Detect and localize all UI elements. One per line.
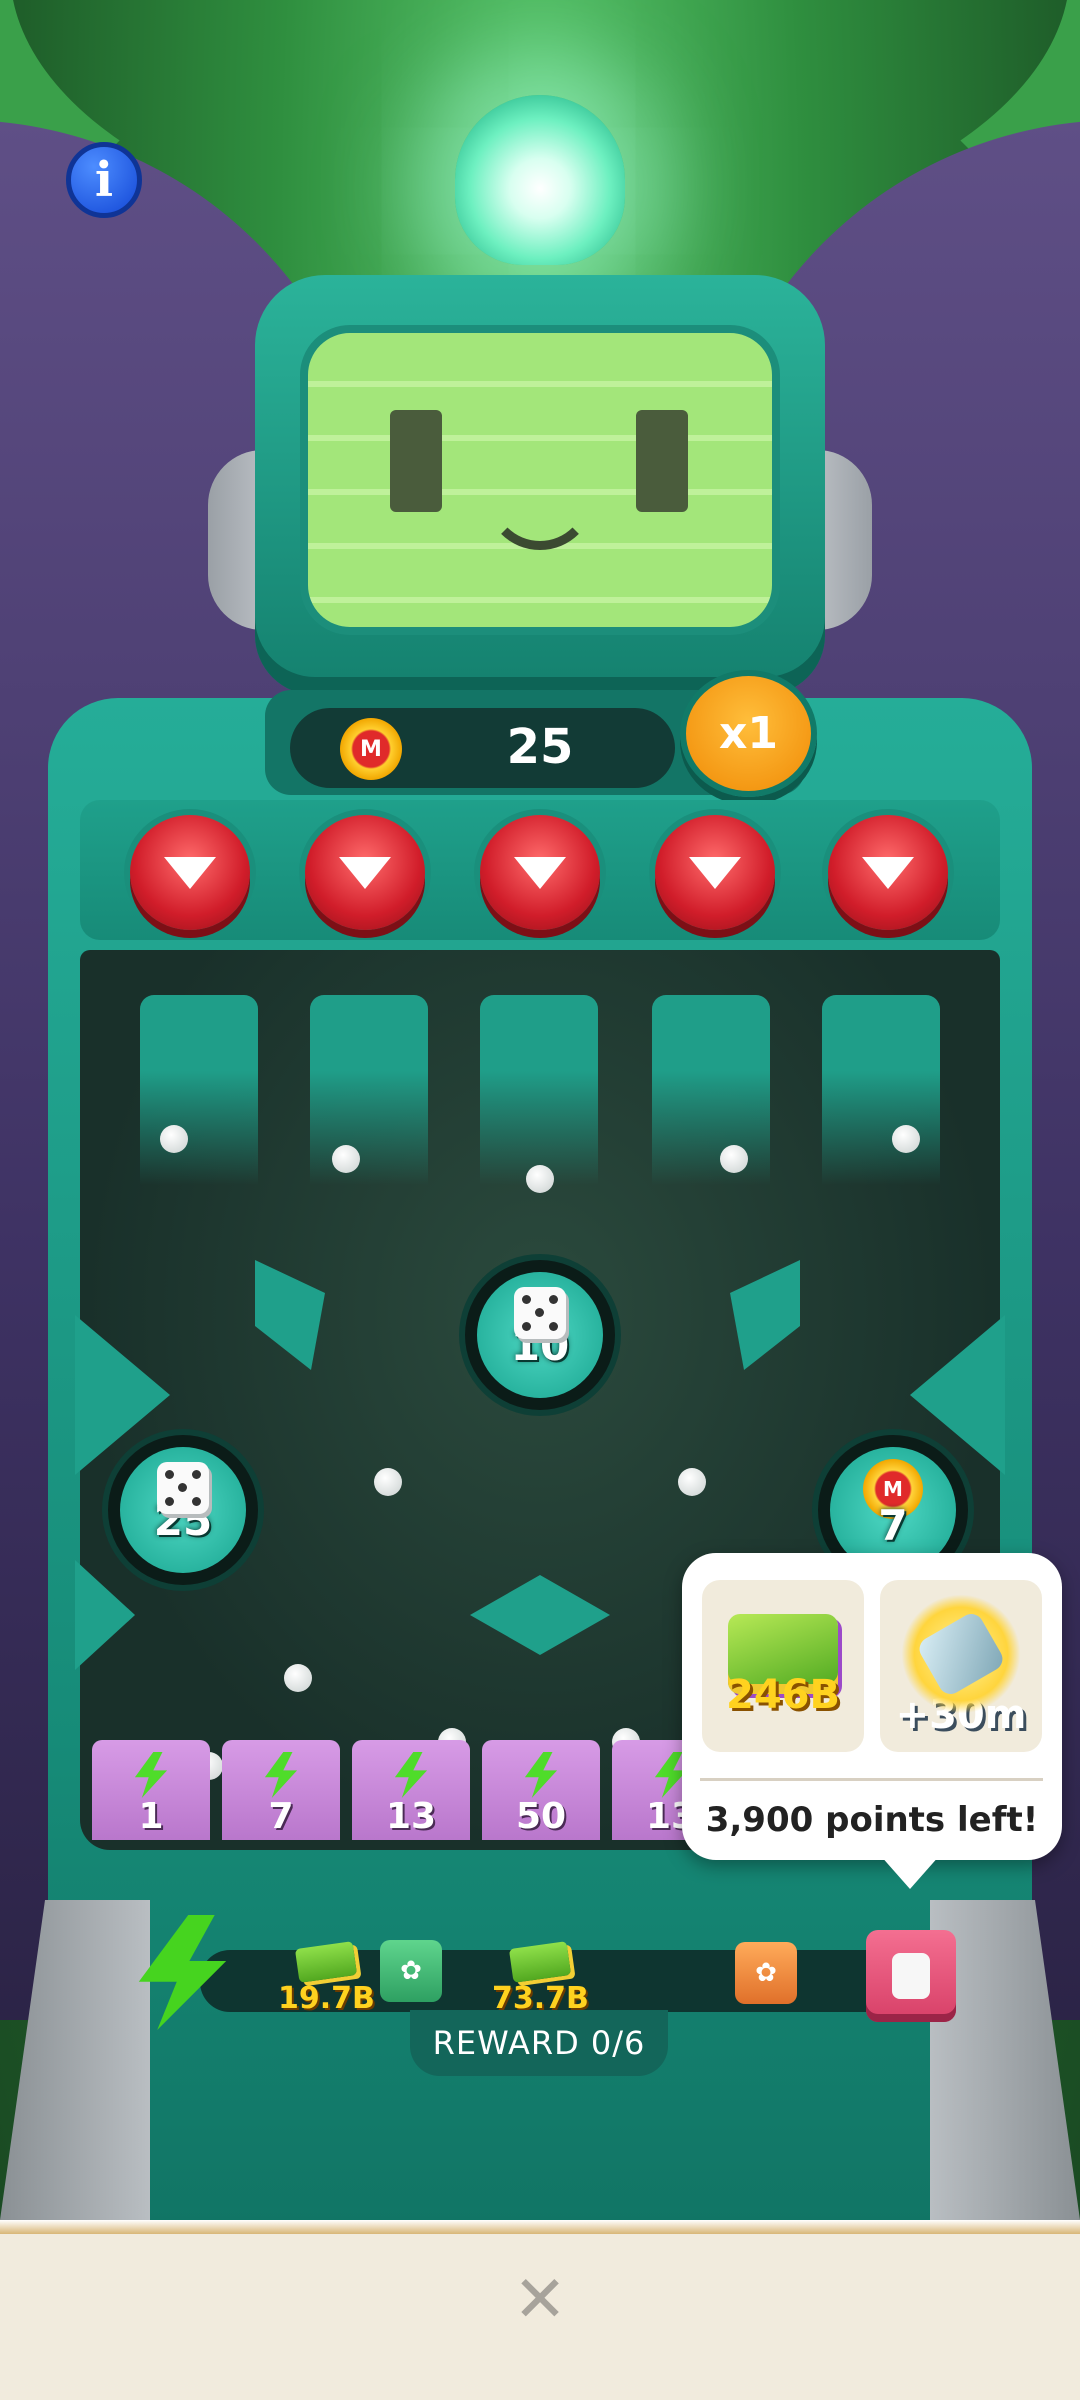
drop-button-1[interactable] — [130, 815, 250, 930]
ball-chute — [822, 995, 940, 1185]
safe-icon — [866, 1930, 956, 2022]
cash-icon — [295, 1941, 358, 1983]
ball-chute — [310, 995, 428, 1185]
slot-value: 50 — [515, 1796, 567, 1837]
progress-reward-cash: 19.7B — [278, 1941, 375, 2016]
tooltip-divider — [700, 1778, 1043, 1781]
progress-reward-sticker-pack: ✿ — [380, 1940, 442, 2002]
prize-slot: 1 — [92, 1740, 210, 1840]
tooltip-reward-cash: 246B — [702, 1580, 864, 1752]
ball-chute — [652, 995, 770, 1185]
drop-button-3[interactable] — [480, 815, 600, 930]
peg — [332, 1145, 360, 1173]
bottom-bar-border — [0, 2220, 1080, 2234]
drop-button-2[interactable] — [305, 815, 425, 930]
info-icon[interactable]: i — [66, 142, 142, 218]
robot-eye-right — [636, 410, 688, 512]
ball-chute — [140, 995, 258, 1185]
slot-value: 7 — [268, 1796, 294, 1837]
reward-progress-label: REWARD 0/6 — [432, 2024, 646, 2062]
peg — [160, 1125, 188, 1153]
lightning-icon — [134, 1752, 168, 1798]
drop-button-5[interactable] — [828, 815, 948, 930]
tooltip-reward-hammer: +30m — [880, 1580, 1042, 1752]
peg — [892, 1125, 920, 1153]
multiplier-button[interactable]: x1 — [680, 670, 817, 797]
prize-slot: 7 — [222, 1740, 340, 1840]
peg — [526, 1165, 554, 1193]
progress-reward-cash: 73.7B — [492, 1941, 589, 2016]
bumper-value: 7 — [878, 1500, 908, 1550]
peg — [374, 1468, 402, 1496]
lamp-light — [455, 95, 625, 265]
monopoly-coin-icon: M — [340, 718, 402, 780]
peg — [720, 1145, 748, 1173]
score-value: 25 — [506, 719, 574, 775]
sticker-pack-icon: ✿ — [735, 1942, 797, 2004]
down-arrow-icon — [339, 856, 391, 889]
prize-slot: 13 — [352, 1740, 470, 1840]
cash-icon — [509, 1941, 572, 1983]
ball-chute — [480, 995, 598, 1185]
tooltip-reward-value: 246B — [726, 1672, 840, 1718]
ball — [284, 1664, 312, 1692]
down-arrow-icon — [514, 856, 566, 889]
drop-button-4[interactable] — [655, 815, 775, 930]
lightning-icon — [524, 1752, 558, 1798]
dice-bumper: 10 — [465, 1260, 615, 1410]
dice-icon — [514, 1286, 566, 1339]
robot-eye-left — [390, 410, 442, 512]
prize-slot: 50 — [482, 1740, 600, 1840]
safe-dial — [892, 1953, 930, 1999]
peg — [678, 1468, 706, 1496]
down-arrow-icon — [862, 856, 914, 889]
dice-icon — [157, 1461, 209, 1514]
tooltip-arrow — [880, 1855, 940, 1889]
progress-reward-sticker-pack: ✿ — [735, 1942, 797, 2004]
lightning-icon — [394, 1752, 428, 1798]
slot-value: 1 — [138, 1796, 164, 1837]
down-arrow-icon — [689, 856, 741, 889]
hammer-icon — [901, 1594, 1021, 1714]
dice-bumper: 25 — [108, 1435, 258, 1585]
lightning-icon — [264, 1752, 298, 1798]
close-icon[interactable]: ✕ — [500, 2260, 580, 2340]
points-left-text: 3,900 points left! — [705, 1800, 1039, 1840]
slot-value: 13 — [385, 1796, 437, 1837]
sticker-pack-icon: ✿ — [380, 1940, 442, 2002]
down-arrow-icon — [164, 856, 216, 889]
reward-value: 19.7B — [278, 1981, 375, 2016]
